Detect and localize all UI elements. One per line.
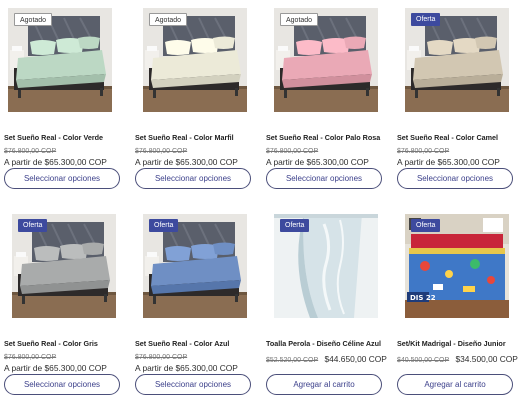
product-title[interactable]: Set Sueño Real - Color Palo Rosa: [266, 133, 382, 142]
compare-price: $76.800,00 COP: [135, 354, 188, 361]
product-title[interactable]: Set/Kit Madrigal - Diseño Junior: [397, 339, 513, 348]
product-card: Oferta Toalla Perola - Diseño Céline Azu…: [262, 214, 387, 395]
compare-price: $76.800,00 COP: [266, 148, 319, 155]
status-badge: Agotado: [280, 13, 319, 26]
product-title[interactable]: Toalla Perola - Diseño Céline Azul: [266, 339, 382, 348]
select-options-button[interactable]: Seleccionar opciones: [135, 168, 251, 189]
sale-price: A partir de $65.300,00 COP: [135, 363, 238, 373]
status-badge: Oferta: [411, 219, 441, 232]
select-options-button[interactable]: Seleccionar opciones: [4, 168, 120, 189]
select-options-button[interactable]: Seleccionar opciones: [4, 374, 120, 395]
sale-price: $44.650,00 COP: [324, 354, 387, 364]
product-title[interactable]: Set Sueño Real - Color Marfil: [135, 133, 251, 142]
status-badge: Agotado: [14, 13, 53, 26]
status-badge: Oferta: [149, 219, 179, 232]
status-badge: Oferta: [18, 219, 48, 232]
sale-price: $34.500,00 COP: [455, 354, 518, 364]
select-options-button[interactable]: Seleccionar opciones: [266, 168, 382, 189]
product-card: Oferta Set Sueño Real - Color Camel $76.…: [393, 8, 513, 189]
add-to-cart-button[interactable]: Agregar al carrito: [397, 374, 513, 395]
sale-price: A partir de $65.300,00 COP: [135, 157, 238, 167]
select-options-button[interactable]: Seleccionar opciones: [135, 374, 251, 395]
sale-price: A partir de $65.300,00 COP: [397, 157, 500, 167]
status-badge: Oferta: [280, 219, 310, 232]
product-card: Oferta Set Sueño Real - Color Gris $76.8…: [0, 214, 120, 395]
svg-text:DIS 22: DIS 22: [410, 294, 436, 302]
status-badge: Oferta: [411, 13, 441, 26]
select-options-button[interactable]: Seleccionar opciones: [397, 168, 513, 189]
compare-price: $76.800,00 COP: [4, 148, 57, 155]
compare-price: $40.500,00 COP: [397, 357, 450, 364]
product-card: Agotado Set Sueño Real - Color Verde $76…: [0, 8, 120, 189]
sale-price: A partir de $65.300,00 COP: [266, 157, 369, 167]
price-row: $40.500,00 COP $34.500,00 COP: [397, 354, 518, 364]
product-grid: Agotado Set Sueño Real - Color Verde $76…: [0, 0, 518, 400]
product-card: Oferta Set Sueño Real - Color Azul $76.8…: [131, 214, 251, 395]
product-card: DIS 22 Oferta Set/Kit Madrigal - Diseño …: [393, 214, 518, 395]
compare-price: $76.800,00 COP: [135, 148, 188, 155]
compare-price: $76.800,00 COP: [397, 148, 450, 155]
product-title[interactable]: Set Sueño Real - Color Camel: [397, 133, 513, 142]
sale-price: A partir de $65.300,00 COP: [4, 157, 107, 167]
add-to-cart-button[interactable]: Agregar al carrito: [266, 374, 382, 395]
price-row: $52.520,00 COP $44.650,00 COP: [266, 354, 387, 364]
sale-price: A partir de $65.300,00 COP: [4, 363, 107, 373]
product-card: Agotado Set Sueño Real - Color Palo Rosa…: [262, 8, 382, 189]
product-card: Agotado Set Sueño Real - Color Marfil $7…: [131, 8, 251, 189]
product-title[interactable]: Set Sueño Real - Color Gris: [4, 339, 120, 348]
product-title[interactable]: Set Sueño Real - Color Azul: [135, 339, 251, 348]
compare-price: $76.800,00 COP: [4, 354, 57, 361]
compare-price: $52.520,00 COP: [266, 357, 319, 364]
status-badge: Agotado: [149, 13, 188, 26]
product-title[interactable]: Set Sueño Real - Color Verde: [4, 133, 120, 142]
